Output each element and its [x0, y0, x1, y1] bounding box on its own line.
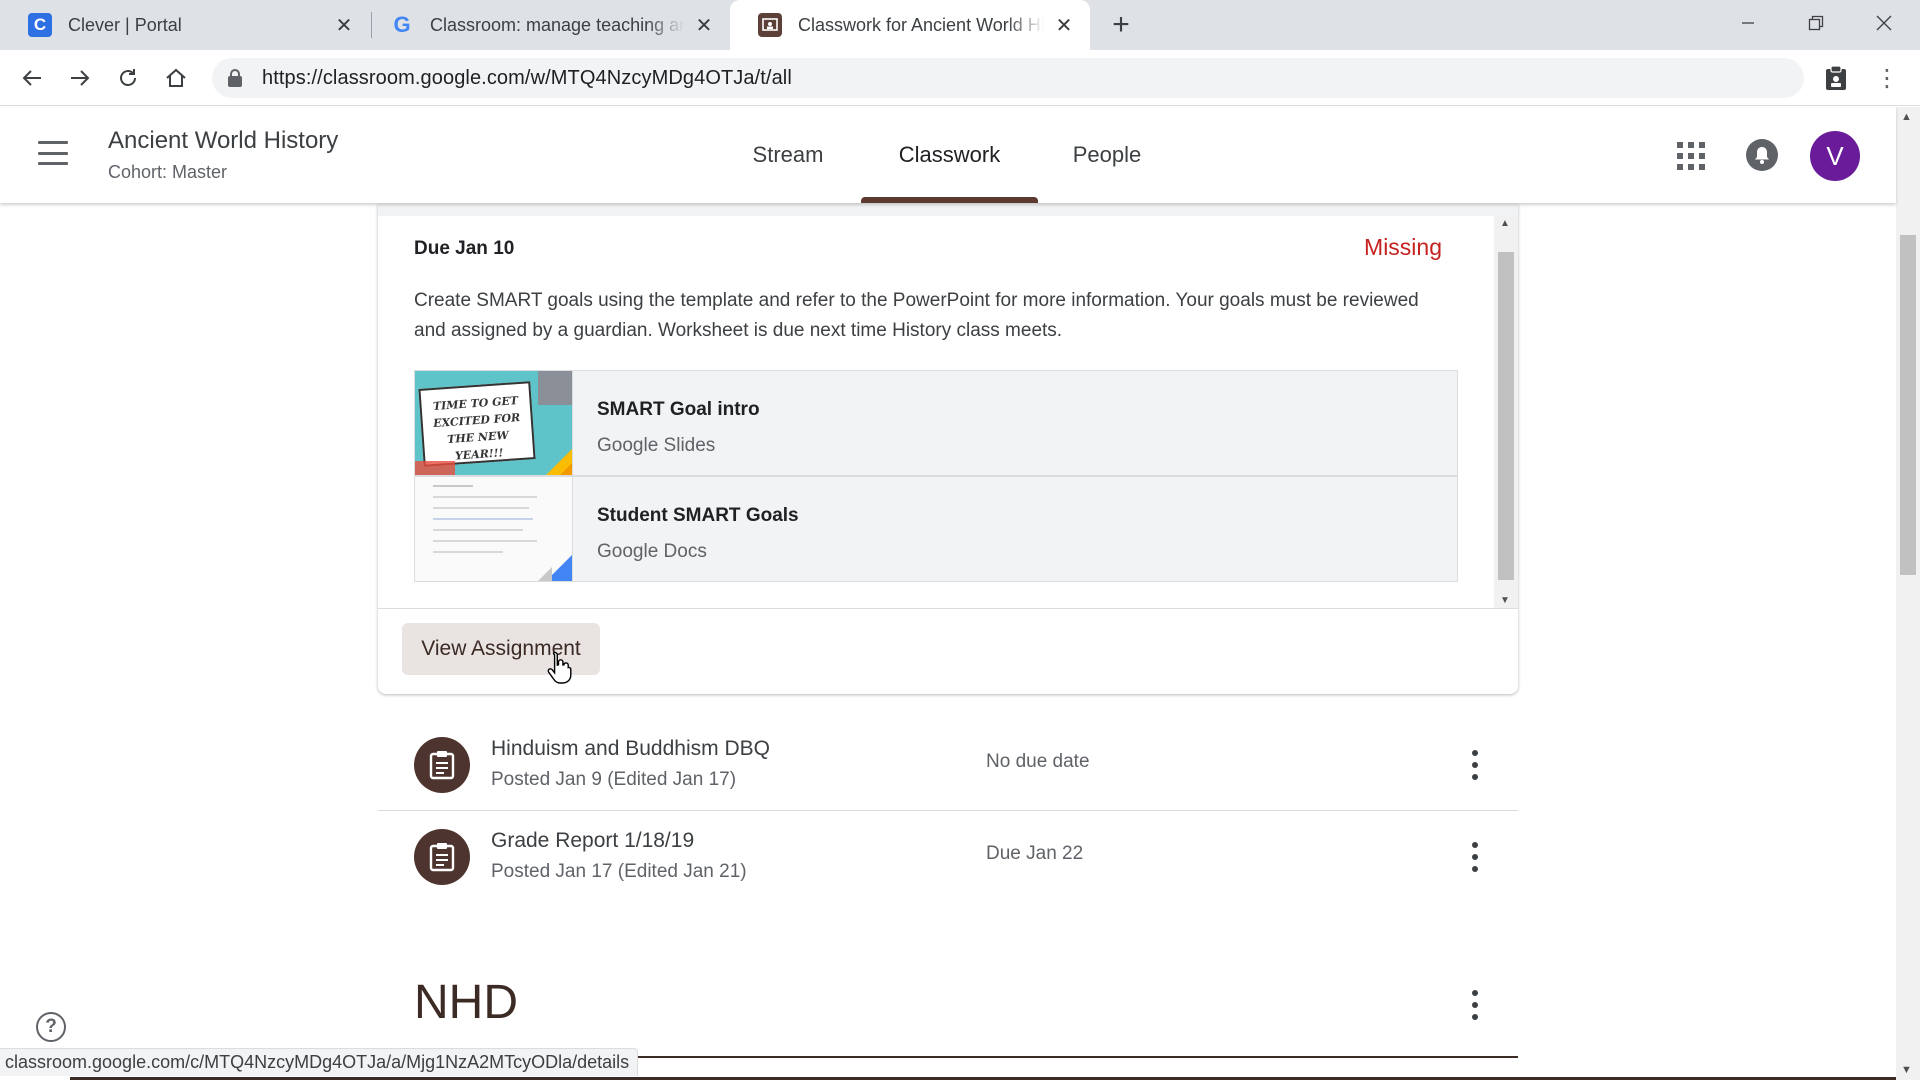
- new-tab-plus-icon[interactable]: +: [1104, 8, 1138, 42]
- details-scrollbar[interactable]: ▲ ▼: [1494, 216, 1518, 608]
- browser-tab-classwork[interactable]: Classwork for Ancient World History ✕: [730, 0, 1090, 50]
- item-title[interactable]: Hinduism and Buddhism DBQ: [491, 737, 770, 761]
- attachment-name: Student SMART Goals: [597, 505, 799, 526]
- back-arrow-icon[interactable]: [14, 60, 50, 96]
- minimize-window-icon[interactable]: [1714, 0, 1782, 46]
- assignment-details-scroll: Due Jan 10 Missing Create SMART goals us…: [378, 216, 1518, 608]
- details-scrollbar-thumb[interactable]: [1498, 252, 1514, 580]
- lock-icon: [228, 69, 242, 87]
- list-item[interactable]: Grade Report 1/18/19 Posted Jan 17 (Edit…: [378, 811, 1518, 903]
- restore-window-icon[interactable]: [1782, 0, 1850, 46]
- main-menu-icon[interactable]: [38, 141, 68, 165]
- card-divider: [378, 608, 1518, 609]
- status-badge: Missing: [1364, 234, 1442, 260]
- scroll-up-arrow-icon[interactable]: ▲: [1901, 111, 1912, 123]
- item-posted: Posted Jan 9 (Edited Jan 17): [491, 769, 737, 790]
- topic-title: NHD: [414, 976, 518, 1029]
- attachment-name: SMART Goal intro: [597, 399, 760, 420]
- browser-tab-strip: C Clever | Portal ✕ G Classroom: manage …: [0, 0, 1920, 50]
- browser-menu-icon[interactable]: ⋮: [1872, 62, 1902, 94]
- item-due: Due Jan 22: [986, 843, 1084, 864]
- google-apps-icon[interactable]: [1677, 142, 1705, 170]
- class-cohort: Cohort: Master: [108, 162, 228, 182]
- scroll-up-arrow-icon[interactable]: ▲: [1500, 218, 1510, 229]
- slides-thumbnail-text: TIME TO GET EXCITED FOR THE NEW YEAR!!!: [418, 381, 536, 467]
- address-bar[interactable]: https://classroom.google.com/w/MTQ4NzcyM…: [212, 58, 1804, 98]
- tab-title: Clever | Portal: [68, 14, 182, 35]
- topic-divider: [632, 1056, 1518, 1058]
- notifications-bell-icon[interactable]: [1746, 139, 1778, 171]
- classroom-header: Ancient World History Cohort: Master Str…: [0, 107, 1896, 203]
- browser-tab-classroom-home[interactable]: G Classroom: manage teaching and learnin…: [362, 0, 730, 50]
- forward-arrow-icon[interactable]: [62, 60, 98, 96]
- scroll-down-arrow-icon[interactable]: ▼: [1901, 1064, 1912, 1076]
- clipboard-extension-icon[interactable]: [1820, 62, 1852, 94]
- assignment-icon: [414, 737, 470, 793]
- assignment-icon: [414, 829, 470, 885]
- attachment-docs[interactable]: Student SMART Goals Google Docs: [414, 476, 1458, 582]
- browser-toolbar: https://classroom.google.com/w/MTQ4NzcyM…: [0, 50, 1920, 106]
- item-posted: Posted Jan 17 (Edited Jan 21): [491, 861, 747, 882]
- list-item[interactable]: Hinduism and Buddhism DBQ Posted Jan 9 (…: [378, 719, 1518, 811]
- status-bar-url: classroom.google.com/c/MTQ4NzcyMDg4OTJa/…: [0, 1048, 639, 1076]
- page-scrollbar-thumb[interactable]: [1900, 235, 1916, 575]
- close-window-icon[interactable]: [1850, 0, 1918, 46]
- clever-c-icon: C: [28, 13, 52, 37]
- topic-more-options-icon[interactable]: [1470, 990, 1480, 1020]
- home-icon[interactable]: [158, 60, 194, 96]
- tab-stream[interactable]: Stream: [736, 107, 840, 203]
- card-top-rule: [378, 204, 1518, 216]
- tab-people[interactable]: People: [1056, 107, 1158, 203]
- page-scrollbar[interactable]: ▲ ▼: [1896, 107, 1920, 1080]
- attachment-type: Google Docs: [597, 541, 707, 562]
- more-options-icon[interactable]: [1470, 750, 1480, 780]
- classroom-icon: [758, 13, 782, 37]
- close-tab-icon[interactable]: ✕: [692, 13, 716, 37]
- url-text: https://classroom.google.com/w/MTQ4NzcyM…: [262, 66, 792, 89]
- attachment-slides[interactable]: TIME TO GET EXCITED FOR THE NEW YEAR!!! …: [414, 370, 1458, 476]
- slides-thumbnail: TIME TO GET EXCITED FOR THE NEW YEAR!!!: [415, 371, 573, 475]
- tab-classwork[interactable]: Classwork: [861, 107, 1038, 203]
- assignment-due-date: Due Jan 10: [414, 238, 515, 259]
- account-avatar[interactable]: V: [1810, 131, 1860, 181]
- tab-title: Classroom: manage teaching and learning: [430, 14, 684, 35]
- assignment-description: Create SMART goals using the template an…: [414, 290, 1419, 341]
- reload-icon[interactable]: [110, 60, 146, 96]
- item-title[interactable]: Grade Report 1/18/19: [491, 829, 694, 853]
- help-icon[interactable]: ?: [36, 1012, 66, 1042]
- browser-tab-clever[interactable]: C Clever | Portal ✕: [0, 0, 370, 50]
- item-due: No due date: [986, 751, 1090, 772]
- more-options-icon[interactable]: [1470, 842, 1480, 872]
- tab-title: Classwork for Ancient World History: [798, 14, 1044, 35]
- close-tab-icon[interactable]: ✕: [332, 13, 356, 37]
- close-tab-icon[interactable]: ✕: [1052, 13, 1076, 37]
- scroll-down-arrow-icon[interactable]: ▼: [1500, 595, 1510, 606]
- hand-pointer-cursor-icon: [547, 650, 573, 684]
- docs-thumbnail: [415, 477, 573, 581]
- google-g-icon: G: [393, 12, 411, 37]
- attachment-type: Google Slides: [597, 435, 716, 456]
- assignment-card: Due Jan 10 Missing Create SMART goals us…: [378, 204, 1518, 694]
- class-title[interactable]: Ancient World History: [108, 127, 338, 155]
